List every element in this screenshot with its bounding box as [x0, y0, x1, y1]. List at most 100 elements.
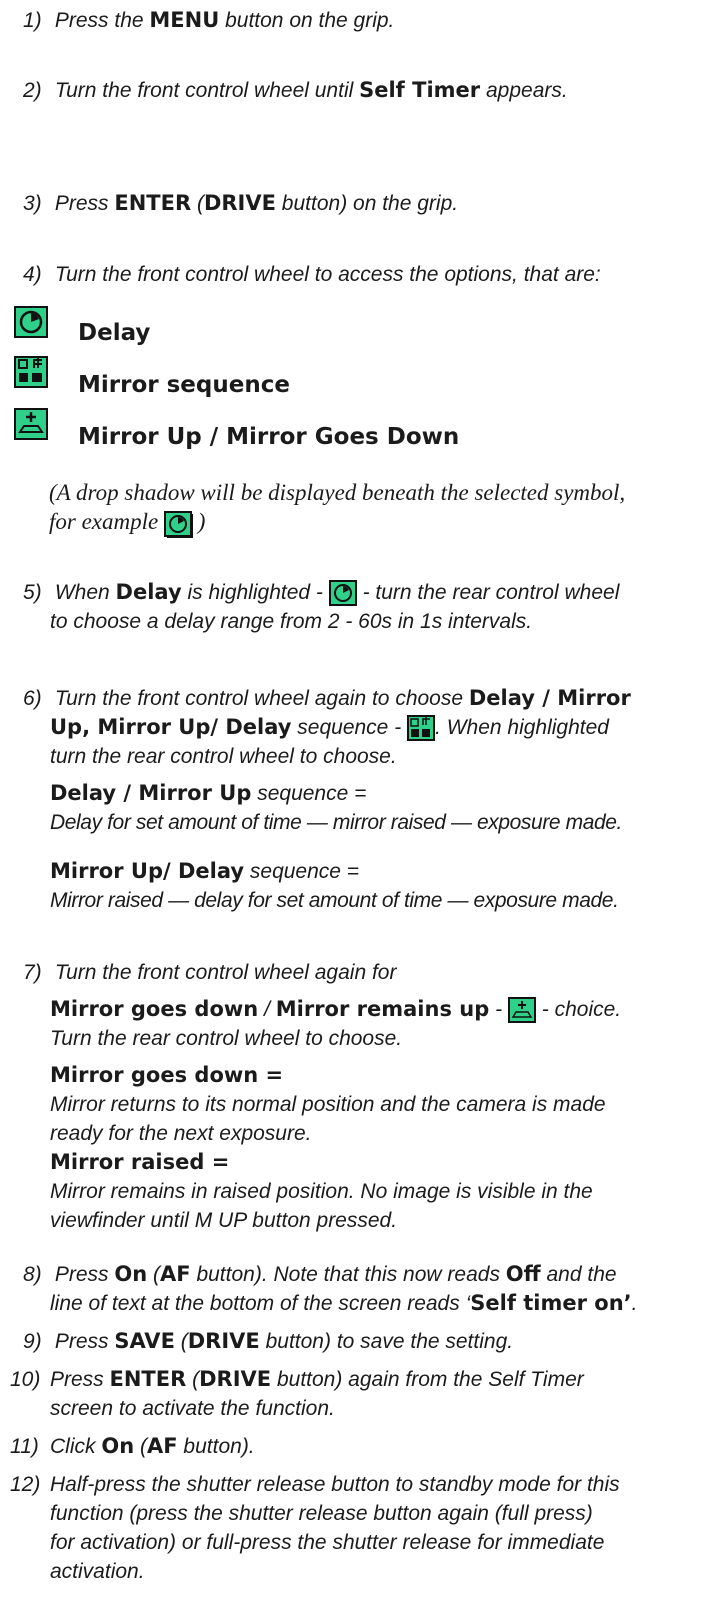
step-text: appears. — [480, 79, 568, 102]
option-delay: Delay — [14, 306, 150, 346]
delay-mirror-label: Delay / Mirror — [468, 686, 631, 710]
delay-label: Delay — [115, 580, 182, 604]
separator: , — [82, 715, 98, 739]
step-text-cont: screen to activate the function. — [50, 1397, 335, 1420]
step-text: button) again from the Self Timer — [271, 1368, 584, 1391]
mirror-raised-desc: viewfinder until M UP button pressed. — [50, 1209, 398, 1232]
delay-icon — [14, 306, 48, 338]
step-text: button on the grip. — [219, 9, 395, 32]
step-text-cont: Turn the rear control wheel to choose. — [50, 1027, 403, 1050]
step-8: 8) Press On (AF button). Note that this … — [0, 1260, 714, 1318]
step-number: 10) — [10, 1368, 41, 1391]
option-label: Delay — [78, 320, 151, 346]
mirror-up-icon — [14, 408, 48, 440]
step-text-cont: turn the rear control wheel to choose. — [50, 745, 397, 768]
step-number: 7) — [23, 961, 42, 984]
step-text: button). — [177, 1435, 255, 1458]
sequence-1-desc: Delay for set amount of time — mirror ra… — [50, 811, 622, 834]
option-mirror-up-down: Mirror Up / Mirror Goes Down — [14, 408, 459, 450]
step-text: button). Note that this now reads — [190, 1263, 506, 1286]
mirror-remains-up-label: Mirror remains up — [275, 997, 490, 1021]
step-9: 9) Press SAVE (DRIVE button) to save the… — [0, 1327, 714, 1356]
step-12: 12) Half-press the shutter release button… — [0, 1470, 714, 1586]
drive-label: DRIVE — [187, 1329, 260, 1353]
sequence-2-suffix: sequence = — [244, 860, 360, 883]
af-label: AF — [160, 1262, 191, 1286]
step-text: - choice. — [535, 998, 622, 1021]
step-text: Press — [54, 1330, 115, 1353]
step-number: 4) — [23, 263, 42, 286]
step-text: is highlighted - — [181, 581, 329, 604]
step-number: 9) — [23, 1330, 42, 1353]
step-text: . When highlighted — [435, 716, 609, 739]
drive-label: DRIVE — [199, 1367, 272, 1391]
option-label: Mirror Up / Mirror Goes Down — [78, 424, 460, 450]
step-text: ( — [147, 1263, 160, 1286]
step-number: 6) — [23, 687, 42, 710]
step-text: Press — [54, 1263, 115, 1286]
mirror-sequence-icon — [407, 715, 436, 742]
step-text: Turn the front control wheel again to ch… — [54, 687, 469, 710]
note-text: ) — [191, 509, 206, 534]
step-text: Turn the front control wheel to access t… — [54, 263, 601, 286]
step-text: . — [631, 1292, 638, 1315]
save-label: SAVE — [114, 1329, 175, 1353]
mirror-down-title: Mirror goes down = — [50, 1063, 284, 1087]
step-number: 8) — [23, 1263, 42, 1286]
option-mirror-sequence: Mirror sequence — [14, 356, 290, 398]
sequence-1-suffix: sequence = — [251, 782, 367, 805]
separator: / — [258, 998, 276, 1021]
step-text: Half-press the shutter release button to… — [50, 1473, 620, 1496]
step-4: 4) Turn the front control wheel to acces… — [0, 260, 714, 289]
step-text: and the — [540, 1263, 617, 1286]
step-text: Press — [54, 192, 115, 215]
step-number: 5) — [23, 581, 42, 604]
sequence-2-desc: Mirror raised — delay for set amount of … — [50, 889, 619, 912]
mirror-raised-title: Mirror raised = — [50, 1150, 230, 1174]
step-6: 6) Turn the front control wheel again to… — [0, 684, 714, 915]
mirror-down-desc: Mirror returns to its normal position an… — [50, 1093, 606, 1116]
step-text: Turn the front control wheel until — [54, 79, 360, 102]
step-number: 2) — [23, 79, 42, 102]
step-text: ( — [174, 1330, 188, 1353]
note-line-2: for example ) — [49, 507, 714, 538]
step-text: - — [489, 998, 508, 1021]
step-number: 3) — [23, 192, 42, 215]
step-text: button) to save the setting. — [259, 1330, 514, 1353]
mirror-up-icon — [507, 997, 536, 1024]
step-text: sequence - — [291, 716, 408, 739]
mirror-goes-down-label: Mirror goes down — [50, 997, 259, 1021]
step-text: - turn the rear control wheel — [356, 581, 620, 604]
self-timer-on-label: Self timer on’ — [470, 1291, 632, 1315]
step-text: ( — [191, 192, 204, 215]
step-5: 5) When Delay is highlighted - - turn th… — [0, 578, 714, 636]
step-text: Press — [50, 1368, 110, 1391]
drive-label: DRIVE — [203, 191, 276, 215]
step-text: When — [54, 581, 116, 604]
self-timer-label: Self Timer — [359, 78, 481, 102]
step-text: ( — [186, 1368, 200, 1391]
drop-shadow-note: (A drop shadow will be displayed beneath… — [0, 478, 714, 538]
enter-label: ENTER — [109, 1367, 187, 1391]
step-text: Click — [50, 1435, 102, 1458]
step-number: 12) — [10, 1473, 41, 1496]
option-label: Mirror sequence — [78, 372, 290, 398]
up-label: Up — [50, 715, 83, 739]
on-label: On — [114, 1262, 148, 1286]
enter-label: ENTER — [114, 191, 192, 215]
step-text-cont: to choose a delay range from 2 - 60s in … — [50, 610, 533, 633]
step-text: Press the — [54, 9, 150, 32]
step-3: 3) Press ENTER (DRIVE button) on the gri… — [0, 189, 714, 218]
note-line-1: (A drop shadow will be displayed beneath… — [49, 480, 626, 505]
step-10: 10) Press ENTER (DRIVE button) again from… — [0, 1365, 714, 1423]
step-2: 2) Turn the front control wheel until Se… — [0, 76, 714, 105]
step-text-cont: for activation) or full-press the shutte… — [50, 1531, 605, 1554]
step-number: 1) — [23, 9, 42, 32]
af-label: AF — [146, 1434, 178, 1458]
on-label: On — [101, 1434, 135, 1458]
step-text: line of text at the bottom of the screen… — [50, 1292, 471, 1315]
step-text-cont: activation. — [50, 1560, 145, 1583]
step-text: Turn the front control wheel again for — [54, 961, 397, 984]
step-1: 1) Press the MENU button on the grip. — [0, 6, 714, 35]
mirror-up-delay-label: Mirror Up/ Delay — [97, 715, 292, 739]
